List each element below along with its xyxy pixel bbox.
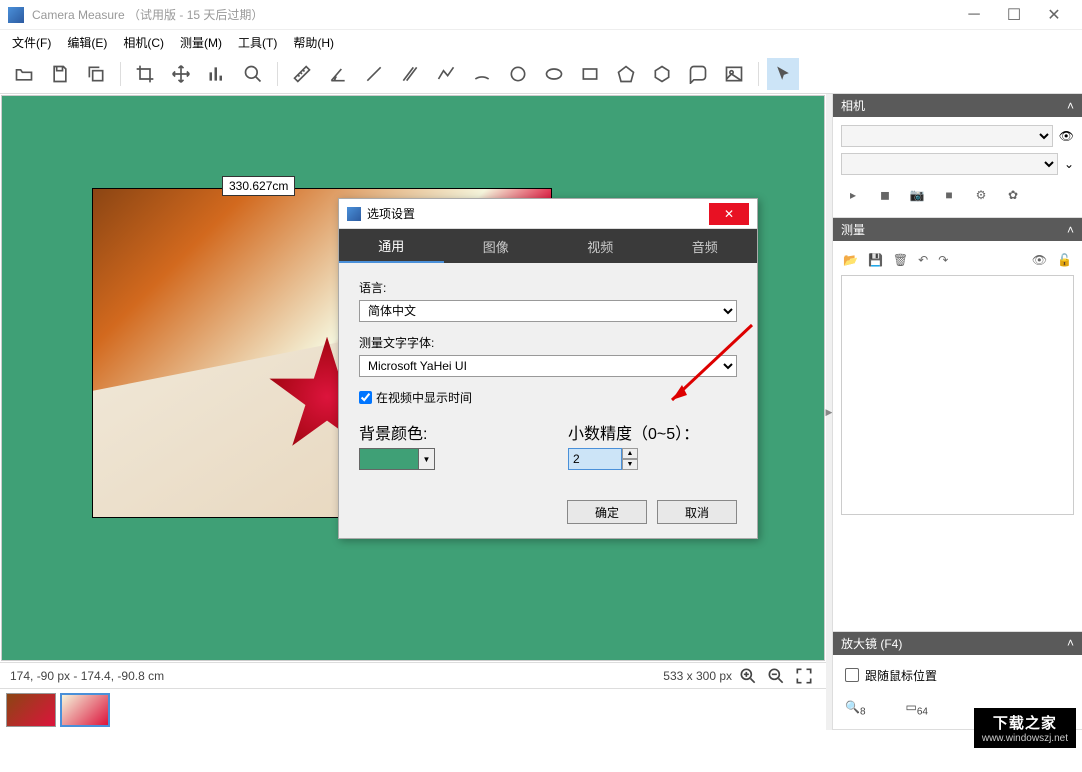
titlebar: Camera Measure （试用版 - 15 天后过期） ─ ☐ ✕ [0,0,1082,30]
ellipse-button[interactable] [538,58,570,90]
thumbnail[interactable] [6,693,56,727]
visibility-icon[interactable]: 👁 [1032,253,1047,267]
dialog-close-button[interactable]: ✕ [709,203,749,225]
delete-icon[interactable]: 🗑 [893,253,908,267]
toolbar [0,54,1082,94]
measure-panel-header[interactable]: 测量˄ [833,218,1082,241]
ok-button[interactable]: 确定 [567,500,647,524]
collapse-icon: ˄ [1067,223,1074,237]
app-logo-icon [8,7,24,23]
checkbox-icon [845,668,859,682]
text-button[interactable] [682,58,714,90]
menu-tool[interactable]: 工具(T) [230,32,285,53]
gear-icon[interactable]: ✿ [1003,185,1023,205]
side-panel: 相机˄ 👁 ⌄ ▸ ◼ 📷 ■ ⚙ ✿ 测量˄ � [832,94,1082,730]
redo-icon[interactable]: ↷ [938,253,948,267]
rect-button[interactable] [574,58,606,90]
statusbar: 174, -90 px - 174.4, -90.8 cm 533 x 300 … [0,662,826,688]
precision-down[interactable]: ▼ [622,459,638,470]
pentagon-button[interactable] [610,58,642,90]
bg-color-dropdown[interactable]: ▼ [419,448,435,470]
precision-input[interactable] [568,448,622,470]
watermark: 下载之家 www.windowszj.net [974,708,1076,748]
menu-camera[interactable]: 相机(C) [115,32,172,53]
resolution-select[interactable] [841,153,1058,175]
tab-image[interactable]: 图像 [444,229,549,263]
dialog-logo-icon [347,207,361,221]
save-icon[interactable]: 💾 [868,253,883,267]
move-button[interactable] [165,58,197,90]
measurement-label: 330.627cm [222,176,295,196]
parallel-button[interactable] [394,58,426,90]
bg-color-label: 背景颜色: [359,426,427,443]
angle-button[interactable] [322,58,354,90]
undo-icon[interactable]: ↶ [918,253,928,267]
follow-mouse-checkbox[interactable]: 跟随鼠标位置 [845,667,1070,684]
lock-icon[interactable]: 🔓 [1057,253,1072,267]
pointer-button[interactable] [767,58,799,90]
minimize-button[interactable]: ─ [954,0,994,30]
maximize-button[interactable]: ☐ [994,0,1034,30]
status-coords: 174, -90 px - 174.4, -90.8 cm [10,669,164,683]
cancel-button[interactable]: 取消 [657,500,737,524]
language-label: 语言: [359,279,737,296]
collapse-icon: ˄ [1067,99,1074,113]
eye-icon[interactable]: 👁 [1059,129,1074,143]
options-dialog: 选项设置 ✕ 通用 图像 视频 音频 语言: 简体中文 测量文字字体: Micr… [338,198,758,539]
open-icon[interactable]: 📂 [843,253,858,267]
menu-file[interactable]: 文件(F) [4,32,59,53]
magnifier-panel-header[interactable]: 放大镜 (F4)˄ [833,632,1082,655]
font-select[interactable]: Microsoft YaHei UI [359,355,737,377]
camera-select[interactable] [841,125,1053,147]
window-title: Camera Measure （试用版 - 15 天后过期） [32,6,954,23]
crop-button[interactable] [129,58,161,90]
copy-button[interactable] [80,58,112,90]
zoom-max-icon[interactable]: ▭64 [906,700,928,717]
histogram-button[interactable] [201,58,233,90]
bg-color-picker[interactable] [359,448,419,470]
dialog-title: 选项设置 [367,205,709,222]
zoom-in-icon[interactable] [736,664,760,688]
line-button[interactable] [358,58,390,90]
language-select[interactable]: 简体中文 [359,300,737,322]
circle-button[interactable] [502,58,534,90]
menu-help[interactable]: 帮助(H) [285,32,342,53]
arc-button[interactable] [466,58,498,90]
polygon-button[interactable] [646,58,678,90]
save-button[interactable] [44,58,76,90]
snapshot-icon[interactable]: 📷 [907,185,927,205]
measurement-list[interactable] [841,275,1074,515]
polyline-button[interactable] [430,58,462,90]
precision-label: 小数精度（0~5）： [568,426,699,443]
camera-panel-header[interactable]: 相机˄ [833,94,1082,117]
menu-measure[interactable]: 测量(M) [172,32,230,53]
record-icon[interactable]: ■ [939,185,959,205]
show-time-label: 在视频中显示时间 [376,389,472,406]
image-button[interactable] [718,58,750,90]
status-size: 533 x 300 px [663,669,732,683]
thumbnail[interactable] [60,693,110,727]
fullscreen-icon[interactable] [792,664,816,688]
font-label: 测量文字字体: [359,334,737,351]
show-time-checkbox[interactable] [359,391,372,404]
ruler-button[interactable] [286,58,318,90]
menu-edit[interactable]: 编辑(E) [59,32,115,53]
collapse-icon: ˄ [1067,636,1074,650]
chevron-down-icon[interactable]: ⌄ [1064,157,1074,171]
open-button[interactable] [8,58,40,90]
stop-icon[interactable]: ◼ [875,185,895,205]
tab-general[interactable]: 通用 [339,229,444,263]
precision-up[interactable]: ▲ [622,448,638,459]
zoom-min-icon[interactable]: 🔍8 [845,700,866,717]
tab-audio[interactable]: 音频 [653,229,758,263]
zoom-button[interactable] [237,58,269,90]
zoom-out-icon[interactable] [764,664,788,688]
tab-video[interactable]: 视频 [548,229,653,263]
thumbnail-bar [0,688,826,730]
close-button[interactable]: ✕ [1034,0,1074,30]
play-icon[interactable]: ▸ [843,185,863,205]
settings-icon[interactable]: ⚙ [971,185,991,205]
menubar: 文件(F) 编辑(E) 相机(C) 测量(M) 工具(T) 帮助(H) [0,30,1082,54]
